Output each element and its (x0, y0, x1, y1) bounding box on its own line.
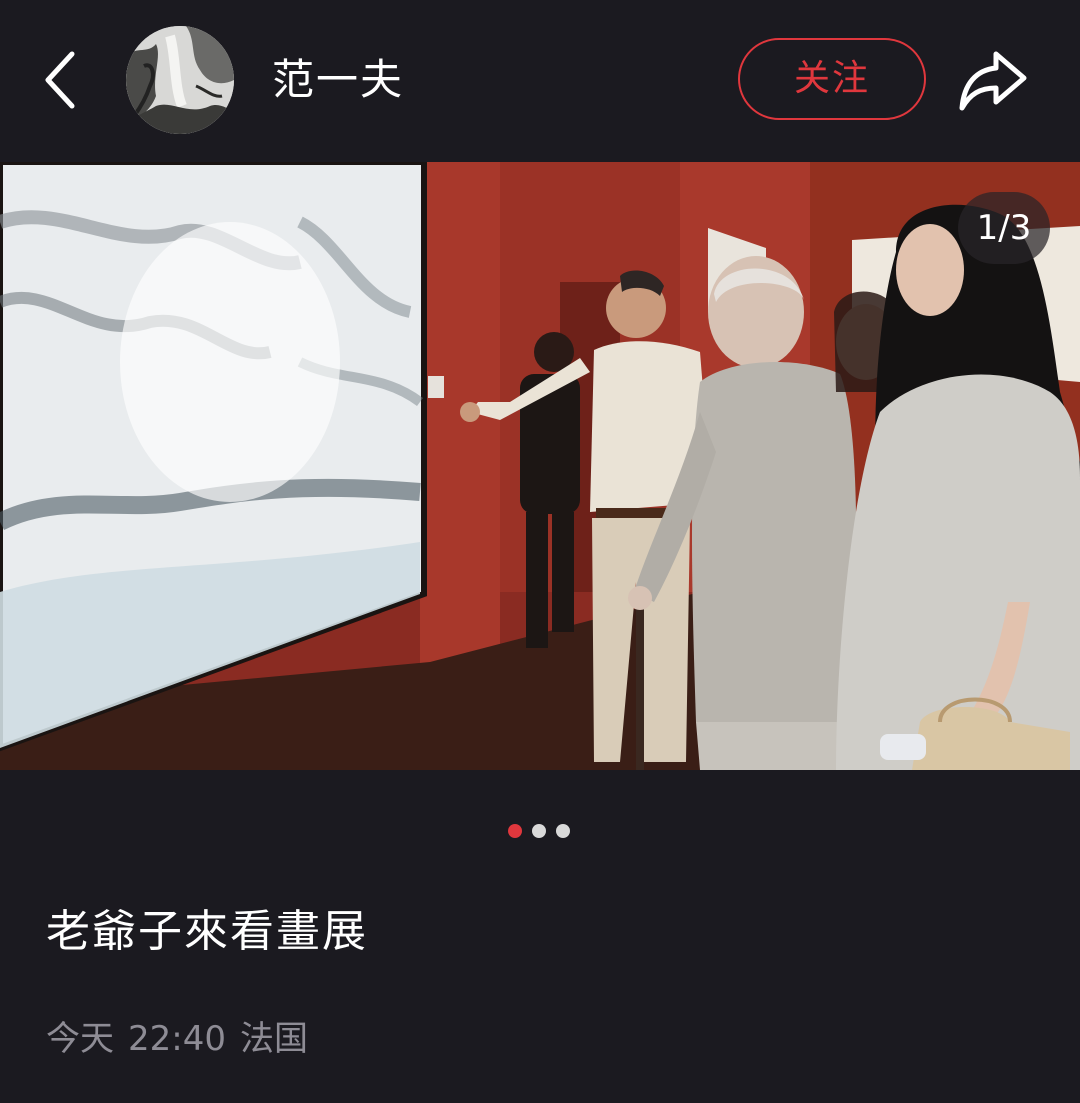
exhibition-photo (0, 162, 1080, 770)
avatar[interactable] (126, 26, 234, 134)
post-location: 法国 (239, 1019, 308, 1059)
back-button[interactable] (30, 40, 94, 120)
username[interactable]: 范一夫 (272, 52, 404, 108)
top-bar: 范一夫 关注 (0, 0, 1080, 162)
chevron-left-icon (45, 51, 75, 109)
post-caption: 老爺子來看畫展 (46, 906, 368, 957)
post-meta: 今天 22:40 法国 (46, 1016, 322, 1062)
carousel-dot-2[interactable] (532, 824, 546, 838)
post-time: 22:40 (128, 1019, 226, 1059)
post-date: 今天 (46, 1019, 114, 1059)
avatar-landscape-image (126, 26, 234, 134)
share-button[interactable] (956, 44, 1032, 116)
follow-button[interactable]: 关注 (738, 38, 926, 120)
post-photo[interactable] (0, 162, 1080, 770)
share-arrow-icon (959, 51, 1027, 111)
post-detail-page: 范一夫 关注 1/3 老爺子來看畫展 今天 22:40 法国 (0, 0, 1080, 1103)
image-counter: 1/3 (958, 192, 1050, 264)
carousel-indicator[interactable] (508, 824, 570, 838)
carousel-dot-1[interactable] (508, 824, 522, 838)
carousel-dot-3[interactable] (556, 824, 570, 838)
